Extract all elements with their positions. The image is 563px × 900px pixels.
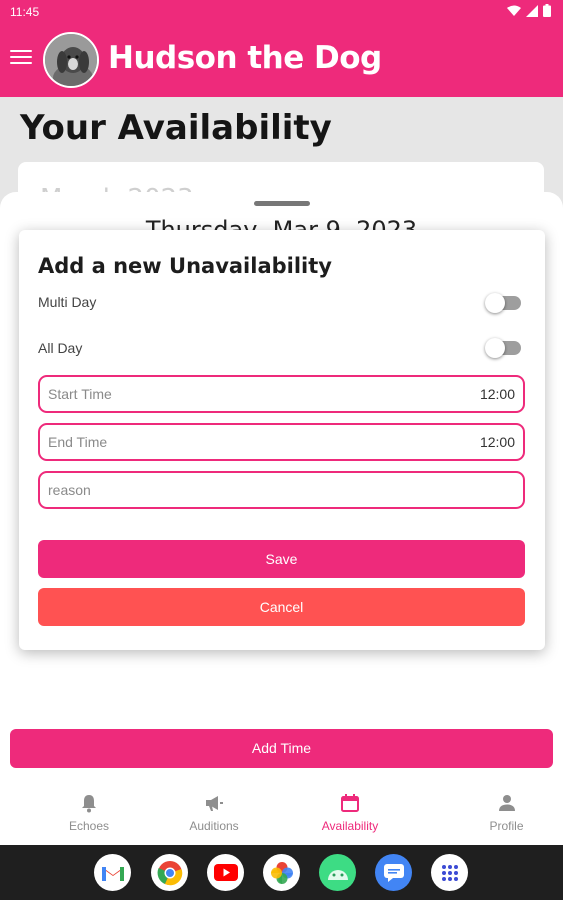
nav-label: Echoes — [68, 819, 110, 833]
nav-label: Profile — [489, 819, 524, 833]
all-day-toggle[interactable] — [485, 338, 521, 358]
status-icons — [507, 4, 551, 17]
end-time-value: 12:00 — [479, 434, 515, 450]
person-icon — [498, 795, 515, 811]
cancel-button[interactable]: Cancel — [38, 588, 525, 626]
app-bar: Hudson the Dog — [0, 24, 563, 97]
megaphone-icon — [206, 796, 223, 811]
dialog-title: Add a new Unavailability — [38, 254, 332, 278]
end-time-placeholder: End Time — [48, 434, 108, 450]
page-title: Your Availability — [20, 108, 332, 148]
youtube-icon[interactable] — [207, 854, 244, 891]
reason-input[interactable]: reason — [38, 471, 525, 509]
drag-handle[interactable] — [254, 201, 310, 206]
signal-icon — [526, 4, 538, 17]
app-title: Hudson the Dog — [108, 40, 382, 76]
nav-auditions[interactable]: Auditions — [178, 783, 250, 845]
gmail-icon[interactable] — [94, 854, 131, 891]
chrome-icon[interactable] — [151, 854, 188, 891]
dog-photo-icon — [45, 34, 97, 86]
nav-availability[interactable]: Availability — [250, 783, 450, 845]
multi-day-toggle[interactable] — [485, 293, 521, 313]
calendar-icon — [341, 794, 359, 812]
save-button[interactable]: Save — [38, 540, 525, 578]
menu-icon — [10, 50, 32, 52]
app-drawer-icon[interactable] — [431, 854, 468, 891]
nav-profile[interactable]: Profile — [450, 783, 563, 845]
system-dock — [0, 845, 563, 900]
add-time-button[interactable]: Add Time — [10, 729, 553, 768]
bell-icon — [82, 795, 96, 813]
status-bar: 11:45 — [0, 0, 563, 24]
messages-icon[interactable] — [375, 854, 412, 891]
multi-day-label: Multi Day — [38, 294, 97, 310]
start-time-field[interactable]: Start Time 12:00 — [38, 375, 525, 413]
start-time-placeholder: Start Time — [48, 386, 112, 402]
bottom-nav: Echoes Auditions Availability Profile — [0, 783, 563, 845]
wifi-icon — [507, 5, 521, 16]
menu-button[interactable] — [10, 50, 32, 70]
nav-echoes[interactable]: Echoes — [0, 783, 178, 845]
avatar[interactable] — [43, 32, 99, 88]
end-time-field[interactable]: End Time 12:00 — [38, 423, 525, 461]
nav-label: Availability — [321, 819, 379, 833]
toggle-thumb — [485, 338, 505, 358]
battery-icon — [543, 4, 551, 17]
nav-label: Auditions — [189, 819, 239, 833]
status-time: 11:45 — [10, 5, 40, 19]
toggle-thumb — [485, 293, 505, 313]
start-time-value: 12:00 — [479, 386, 515, 402]
photos-icon[interactable] — [263, 854, 300, 891]
android-icon[interactable] — [319, 854, 356, 891]
all-day-label: All Day — [38, 340, 83, 356]
unavailability-dialog: Add a new Unavailability Multi Day All D… — [19, 230, 545, 650]
reason-placeholder: reason — [48, 482, 91, 498]
